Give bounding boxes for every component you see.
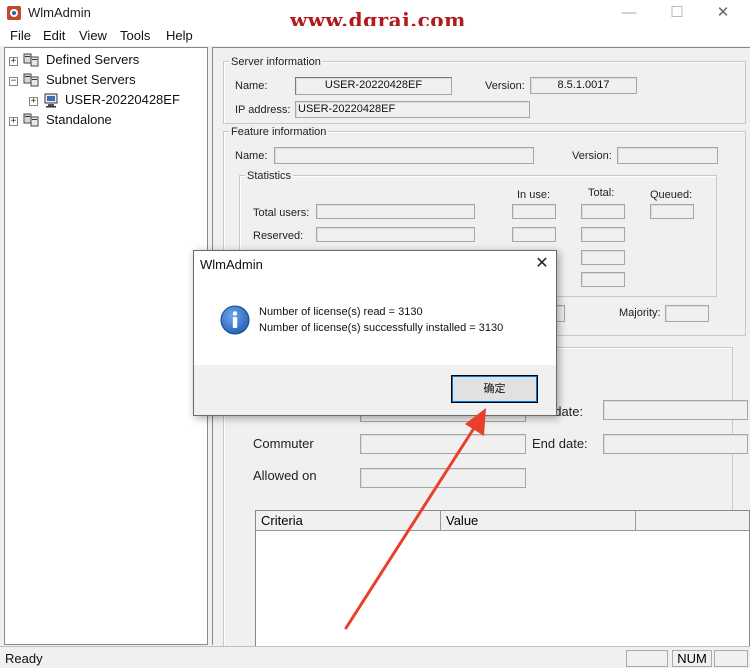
title-bar: WlmAdmin www.dgrai.com — ☐ ✕ <box>0 0 750 32</box>
tree-item-subnet-servers[interactable]: − Subnet Servers <box>9 71 199 91</box>
expand-icon[interactable]: + <box>9 117 18 126</box>
reserved-label: Reserved: <box>253 230 304 242</box>
menu-tools[interactable]: Tools <box>120 28 150 43</box>
status-indicator-empty <box>626 650 668 667</box>
menu-file[interactable]: File <box>10 28 31 43</box>
tree-item-label: Defined Servers <box>46 52 140 67</box>
menu-help[interactable]: Help <box>166 28 193 43</box>
tree-item-label: Subnet Servers <box>46 72 136 87</box>
in-use-header: In use: <box>517 189 551 201</box>
column-header-criteria[interactable]: Criteria <box>256 511 441 531</box>
feature-version-field <box>617 147 718 164</box>
allowed-on-label: Allowed on <box>253 468 317 483</box>
total-header: Total: <box>588 187 615 199</box>
queued-header: Queued: <box>650 189 693 201</box>
majority-label: Majority: <box>619 307 661 319</box>
expand-icon[interactable]: + <box>9 57 18 66</box>
column-header-blank <box>636 511 749 531</box>
total-users-queued-field <box>650 204 694 219</box>
commuter-label: Commuter <box>253 436 314 451</box>
dialog-title: WlmAdmin <box>200 257 263 272</box>
group-title: Statistics <box>245 170 294 182</box>
ok-button[interactable]: 确定 <box>451 375 538 403</box>
reserved-in-use-field <box>512 227 556 242</box>
allowed-on-field <box>360 468 526 488</box>
server-group-icon <box>23 73 39 87</box>
ip-address-label: IP address: <box>235 104 291 116</box>
server-version-field: 8.5.1.0017 <box>530 77 637 94</box>
stat-total-field <box>581 272 625 287</box>
message-dialog: WlmAdmin ✕ Number of license(s) read = 3… <box>193 250 557 416</box>
stat-total-field <box>581 250 625 265</box>
end-date-field <box>603 434 748 454</box>
tree-item-label: Standalone <box>46 112 112 127</box>
total-users-label: Total users: <box>253 207 310 219</box>
server-version-label: Version: <box>485 80 525 92</box>
total-users-field <box>316 204 475 219</box>
group-title: Server information <box>229 56 323 68</box>
dialog-message-line-1: Number of license(s) read = 3130 <box>259 306 423 318</box>
feature-version-label: Version: <box>572 150 612 162</box>
dialog-title-bar: WlmAdmin ✕ <box>194 251 556 279</box>
collapse-icon[interactable]: − <box>9 77 18 86</box>
majority-field <box>665 305 709 322</box>
total-users-total-field <box>581 204 625 219</box>
server-name-field: USER-20220428EF <box>295 77 452 95</box>
server-group-icon <box>23 53 39 67</box>
menu-edit[interactable]: Edit <box>43 28 65 43</box>
menu-bar: File Edit View Tools Help <box>0 26 750 46</box>
server-tree[interactable]: + Defined Servers − Subnet Servers + USE… <box>4 47 208 645</box>
minimize-button[interactable]: — <box>606 0 652 26</box>
menu-view[interactable]: View <box>79 28 107 43</box>
start-date-field <box>603 400 748 420</box>
tree-item-defined-servers[interactable]: + Defined Servers <box>9 51 199 71</box>
dialog-body: Number of license(s) read = 3130 Number … <box>194 279 556 365</box>
reserved-field <box>316 227 475 242</box>
ip-address-field: USER-20220428EF <box>295 101 530 118</box>
app-icon <box>7 6 21 20</box>
expand-icon[interactable]: + <box>29 97 38 106</box>
group-title: Feature information <box>229 126 329 138</box>
info-icon <box>220 305 250 335</box>
end-date-label: End date: <box>532 436 588 451</box>
feature-name-field <box>274 147 534 164</box>
reserved-total-field <box>581 227 625 242</box>
status-bar: Ready NUM <box>0 646 750 668</box>
column-header-value[interactable]: Value <box>441 511 636 531</box>
commuter-field <box>360 434 526 454</box>
close-button[interactable]: ✕ <box>700 0 746 26</box>
server-name-label: Name: <box>235 80 268 92</box>
window-title: WlmAdmin <box>28 5 91 20</box>
dialog-message-line-2: Number of license(s) successfully instal… <box>259 322 504 334</box>
dialog-close-button[interactable]: ✕ <box>532 254 552 274</box>
maximize-button[interactable]: ☐ <box>654 0 700 26</box>
tree-item-user-host[interactable]: + USER-20220428EF <box>29 91 204 111</box>
server-group-icon <box>23 113 39 127</box>
num-lock-indicator: NUM <box>672 650 712 667</box>
feature-name-label: Name: <box>235 150 268 162</box>
computer-icon <box>44 93 58 108</box>
tree-item-label: USER-20220428EF <box>65 92 180 107</box>
status-text: Ready <box>5 651 43 666</box>
status-indicator-empty <box>714 650 748 667</box>
criteria-table[interactable]: Criteria Value <box>255 510 750 650</box>
tree-item-standalone[interactable]: + Standalone <box>9 111 199 131</box>
total-users-in-use-field <box>512 204 556 219</box>
